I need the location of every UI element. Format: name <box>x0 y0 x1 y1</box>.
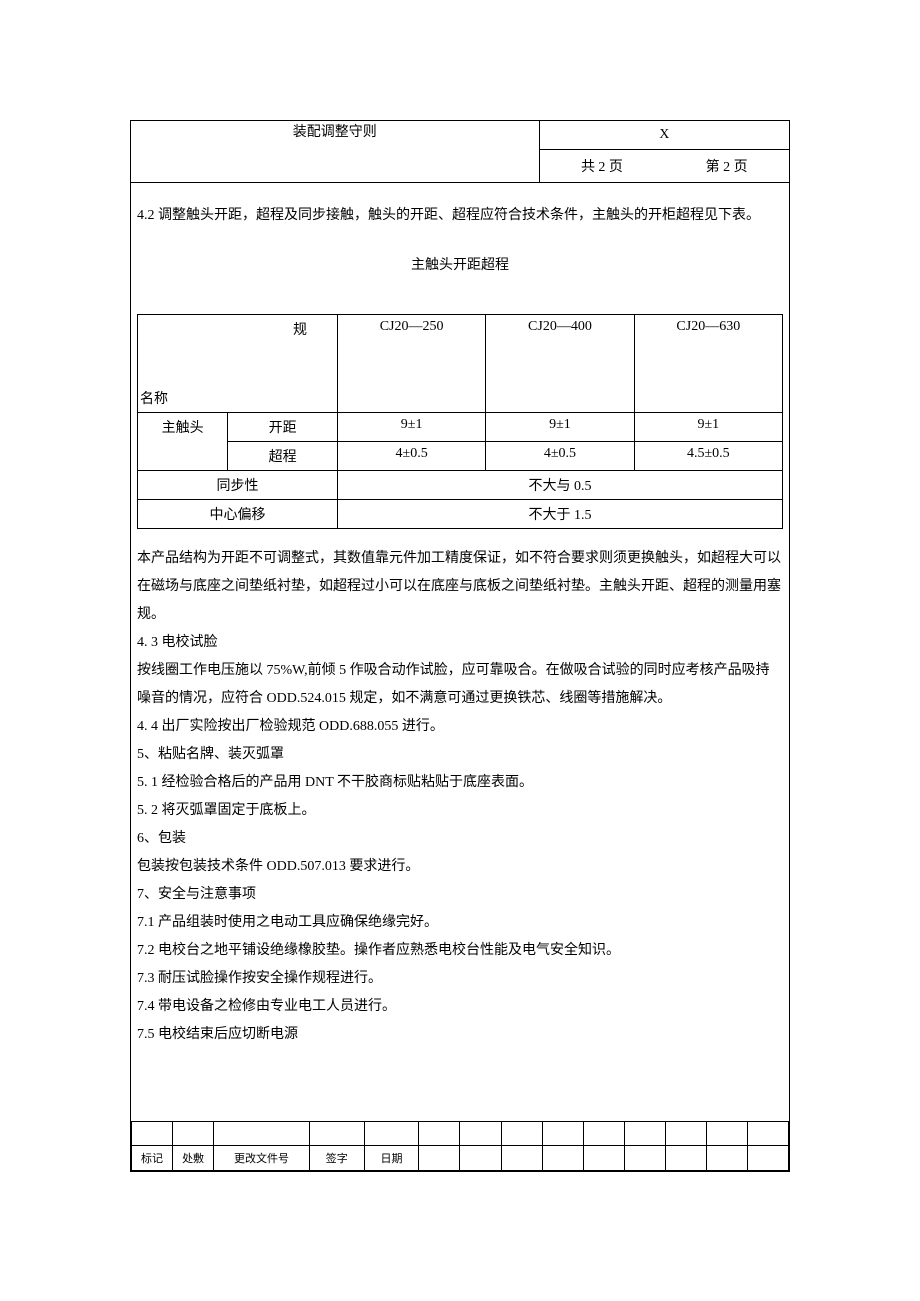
body-para: 7.2 电校台之地平铺设绝缘橡胶垫。操作者应熟悉电校台性能及电气安全知识。 <box>137 937 783 965</box>
doc-title-cell: 装配调整守则 <box>131 121 540 183</box>
spec-header-spec: 规 <box>138 314 338 384</box>
col-cj20-400: CJ20—400 <box>486 314 634 413</box>
body-para: 7、安全与注意事项 <box>137 881 783 909</box>
body-para: 7.3 耐压试脸操作按安全操作规程进行。 <box>137 965 783 993</box>
body-para: 按线圈工作电压施以 75%W,前倾 5 作吸合动作试脸，应可靠吸合。在做吸合试验… <box>137 657 783 713</box>
para-4-2: 4.2 调整触头开距，超程及同步接触，触头的开距、超程应符合技术条件，主触头的开… <box>137 203 783 230</box>
row-param-over: 超程 <box>228 442 338 471</box>
body-para: 5. 1 经检验合格后的产品用 DNT 不干胶商标贴粘贴于底座表面。 <box>137 769 783 797</box>
col-cj20-250: CJ20—250 <box>337 314 485 413</box>
col-cj20-630: CJ20—630 <box>634 314 782 413</box>
body-cell: 4.2 调整触头开距，超程及同步接触，触头的开距、超程应符合技术条件，主触头的开… <box>131 183 790 1172</box>
cell-val: 4±0.5 <box>337 442 485 471</box>
body-text: 本产品结构为开距不可调整式，其数值靠元件加工精度保证，如不符合要求则须更换触头，… <box>137 545 783 1119</box>
rev-label-date: 日期 <box>364 1146 419 1171</box>
document-frame: 装配调整守则 X 共 2 页 第 2 页 4.2 调整触头开距，超程及同步接触，… <box>130 120 790 1172</box>
revision-block: 标记 处敷 更改文件号 签字 日期 <box>131 1121 789 1171</box>
body-para: 5. 2 将灭弧罩固定于底板上。 <box>137 797 783 825</box>
cell-val: 9±1 <box>486 413 634 442</box>
body-para: 4. 3 电校试脸 <box>137 629 783 657</box>
spec-header-name: 名称 <box>138 384 338 413</box>
row-sync-val: 不大与 0.5 <box>337 471 782 500</box>
body-para: 6、包装 <box>137 825 783 853</box>
row-param-open: 开距 <box>228 413 338 442</box>
row-group-main-contact: 主触头 <box>138 413 228 471</box>
rev-label-mark: 标记 <box>132 1146 173 1171</box>
pages-total: 共 2 页 <box>540 150 665 183</box>
cell-val: 9±1 <box>337 413 485 442</box>
rev-label-sign: 签字 <box>309 1146 364 1171</box>
doc-meta-cell: X 共 2 页 第 2 页 <box>539 121 789 183</box>
spec-table-title: 主触头开距超程 <box>137 254 783 274</box>
body-para: 7.5 电校结束后应切断电源 <box>137 1021 783 1049</box>
doc-code: X <box>540 121 789 150</box>
body-para: 本产品结构为开距不可调整式，其数值靠元件加工精度保证，如不符合要求则须更换触头，… <box>137 545 783 629</box>
spec-table: 规 CJ20—250 CJ20—400 CJ20—630 名称 主触头 开距 9… <box>137 314 783 530</box>
body-para: 7.1 产品组装时使用之电动工具应确保绝缘完好。 <box>137 909 783 937</box>
body-spacer <box>137 1049 783 1119</box>
body-para: 4. 4 出厂实险按出厂检验规范 ODD.688.055 进行。 <box>137 713 783 741</box>
body-para: 5、粘贴名牌、装灭弧罩 <box>137 741 783 769</box>
cell-val: 4±0.5 <box>486 442 634 471</box>
body-para: 7.4 带电设备之检修由专业电工人员进行。 <box>137 993 783 1021</box>
body-para: 包装按包装技术条件 ODD.507.013 要求进行。 <box>137 853 783 881</box>
row-sync-label: 同步性 <box>138 471 338 500</box>
rev-label-docno: 更改文件号 <box>214 1146 310 1171</box>
cell-val: 9±1 <box>634 413 782 442</box>
cell-val: 4.5±0.5 <box>634 442 782 471</box>
rev-label-count: 处敷 <box>173 1146 214 1171</box>
row-offset-val: 不大于 1.5 <box>337 500 782 529</box>
row-offset-label: 中心偏移 <box>138 500 338 529</box>
page-current: 第 2 页 <box>664 150 789 183</box>
doc-title: 装配调整守则 <box>293 125 377 140</box>
